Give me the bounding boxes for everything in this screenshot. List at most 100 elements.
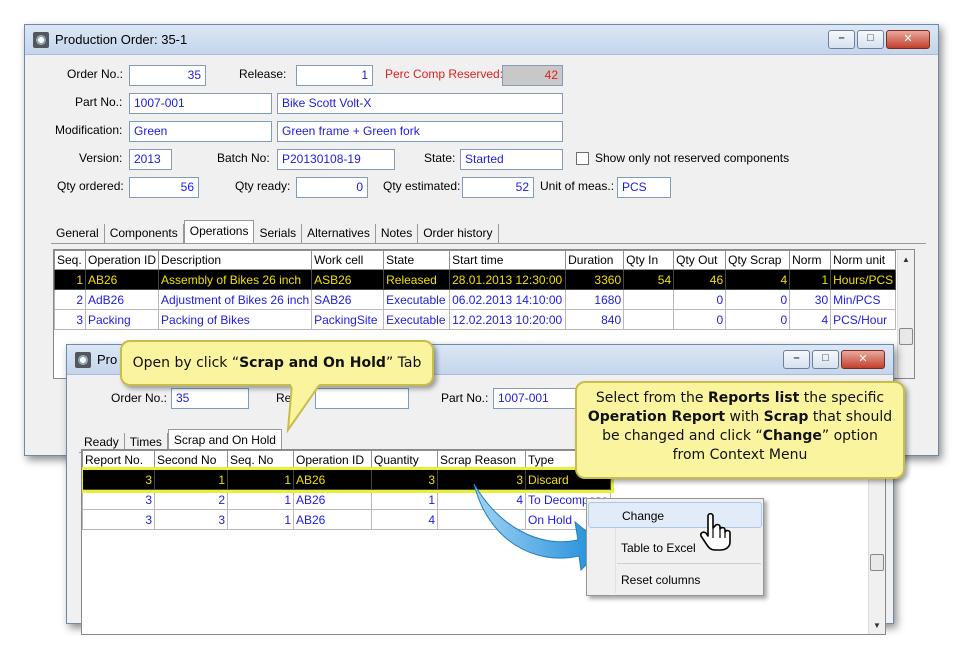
operations-scrollbar[interactable]: ▲ [897,250,914,378]
app-icon [33,32,49,48]
state-field[interactable]: Started [460,149,563,170]
report-hint-b2: Operation Report [587,409,726,425]
sub-minimize-button[interactable]: – [783,350,810,369]
part-no-label: Part No.: [75,95,123,109]
sub-part-no-label: Part No.: [441,391,489,405]
reports-table: Report No. Second No Seq. No Operation I… [82,450,614,530]
table-row[interactable]: 1 AB26 Assembly of Bikes 26 inch ASB26 R… [54,269,897,290]
tab-general[interactable]: General [51,224,105,243]
col-norm[interactable]: Norm [789,250,832,270]
menu-item-change[interactable]: Change [588,502,762,528]
menu-separator [617,563,761,564]
state-label: State: [424,151,456,165]
qty-ordered-label: Qty ordered: [57,179,124,193]
reports-header-row: Report No. Second No Seq. No Operation I… [82,450,612,470]
col-second-no[interactable]: Second No [154,450,228,470]
show-only-label[interactable]: Show only not reserved components [595,151,789,165]
modification-field[interactable]: Green [129,121,272,142]
qty-estimated-field[interactable]: 52 [462,177,534,198]
cell: Hours/PCS [830,269,897,290]
col-seq[interactable]: Seq. [54,250,86,270]
cell: 1 [227,509,294,530]
context-menu: Change Table to Excel Reset columns [586,498,764,596]
tab-serials[interactable]: Serials [254,224,303,243]
version-field[interactable]: 2013 [129,149,172,170]
modification-description-field[interactable]: Green frame + Green fork [277,121,563,142]
part-description-field[interactable]: Bike Scott Volt-X [277,93,563,114]
sub-release-field[interactable] [315,388,409,409]
cell: SAB26 [311,289,385,310]
report-hint-b3: Scrap [763,409,809,425]
cell [437,509,526,530]
sub-order-no-field[interactable]: 35 [171,388,249,409]
menu-item-reset-columns[interactable]: Reset columns [588,567,762,593]
cell: 4 [725,269,791,290]
menu-item-table-to-excel[interactable]: Table to Excel [588,535,762,561]
table-row[interactable]: 3 3 1 AB26 4 On Hold [82,509,612,530]
qty-ordered-field[interactable]: 56 [129,177,199,198]
report-hint-p3: with [725,409,764,425]
batch-no-field[interactable]: P20130108-19 [277,149,395,170]
col-quantity[interactable]: Quantity [371,450,438,470]
col-seq-no[interactable]: Seq. No [227,450,294,470]
table-row[interactable]: 3 1 1 AB26 3 3 Discard [82,466,614,493]
maximize-button[interactable]: □ [857,30,884,49]
main-tab-strip: General Components Operations Serials Al… [51,220,499,243]
tab-operations[interactable]: Operations [183,220,255,243]
tab-hint-suffix: ” Tab [385,355,422,371]
tab-order-history[interactable]: Order history [418,224,499,243]
tab-hint-prefix: Open by click “ [132,355,240,371]
col-work-cell[interactable]: Work cell [311,250,385,270]
scroll-down-icon[interactable]: ▼ [873,621,881,630]
cell: Packing of Bikes [158,309,313,330]
col-scrap-reason[interactable]: Scrap Reason [437,450,526,470]
close-button[interactable]: ✕ [886,30,930,49]
table-row[interactable]: 2 AdB26 Adjustment of Bikes 26 inch SAB2… [54,289,897,310]
table-row[interactable]: 3 Packing Packing of Bikes PackingSite E… [54,309,897,330]
cell: 1 [154,469,228,490]
col-operation-id[interactable]: Operation ID [293,450,372,470]
cell: Executable [383,289,451,310]
tab-alternatives[interactable]: Alternatives [302,224,376,243]
qty-ready-field[interactable]: 0 [296,177,368,198]
title-bar[interactable]: Production Order: 35-1 – □ ✕ [25,25,938,55]
cell: PCS/Hour [830,309,897,330]
cell: 12.02.2013 10:20:00 [449,309,567,330]
col-norm-unit[interactable]: Norm unit [830,250,897,270]
sub-maximize-button[interactable]: □ [812,350,839,369]
col-start-time[interactable]: Start time [449,250,567,270]
table-row[interactable]: 3 2 1 AB26 1 4 To Decompose [82,489,612,510]
cell: 0 [725,289,791,310]
scroll-up-icon[interactable]: ▲ [902,255,910,264]
col-qty-in[interactable]: Qty In [623,250,675,270]
col-operation-id[interactable]: Operation ID [84,250,160,270]
minimize-button[interactable]: – [828,30,855,49]
cell: Released [383,269,451,290]
unit-of-meas-field[interactable]: PCS [617,177,671,198]
order-no-field[interactable]: 35 [129,65,206,86]
sub-close-button[interactable]: ✕ [841,350,885,369]
col-state[interactable]: State [383,250,451,270]
part-no-field[interactable]: 1007-001 [129,93,272,114]
maximize-icon: □ [822,352,829,364]
col-qty-out[interactable]: Qty Out [673,250,727,270]
col-description[interactable]: Description [158,250,313,270]
show-only-checkbox[interactable] [576,152,589,165]
scroll-thumb[interactable] [899,328,913,345]
cell: 30 [789,289,832,310]
window-title: Production Order: 35-1 [55,32,188,47]
cell: 3 [437,469,526,490]
col-qty-scrap[interactable]: Qty Scrap [725,250,791,270]
report-hint-p1: Select from the [595,390,708,406]
operations-table: Seq. Operation ID Description Work cell … [54,250,897,330]
col-report-no[interactable]: Report No. [82,450,155,470]
tab-components[interactable]: Components [105,224,184,243]
col-duration[interactable]: Duration [565,250,625,270]
release-field[interactable]: 1 [296,65,373,86]
cell: AB26 [293,509,372,530]
perc-comp-label: Perc Comp Reserved: [385,67,504,81]
cell: 3 [82,509,155,530]
cell: 0 [673,309,727,330]
tab-notes[interactable]: Notes [376,224,419,243]
scroll-thumb[interactable] [870,554,884,571]
